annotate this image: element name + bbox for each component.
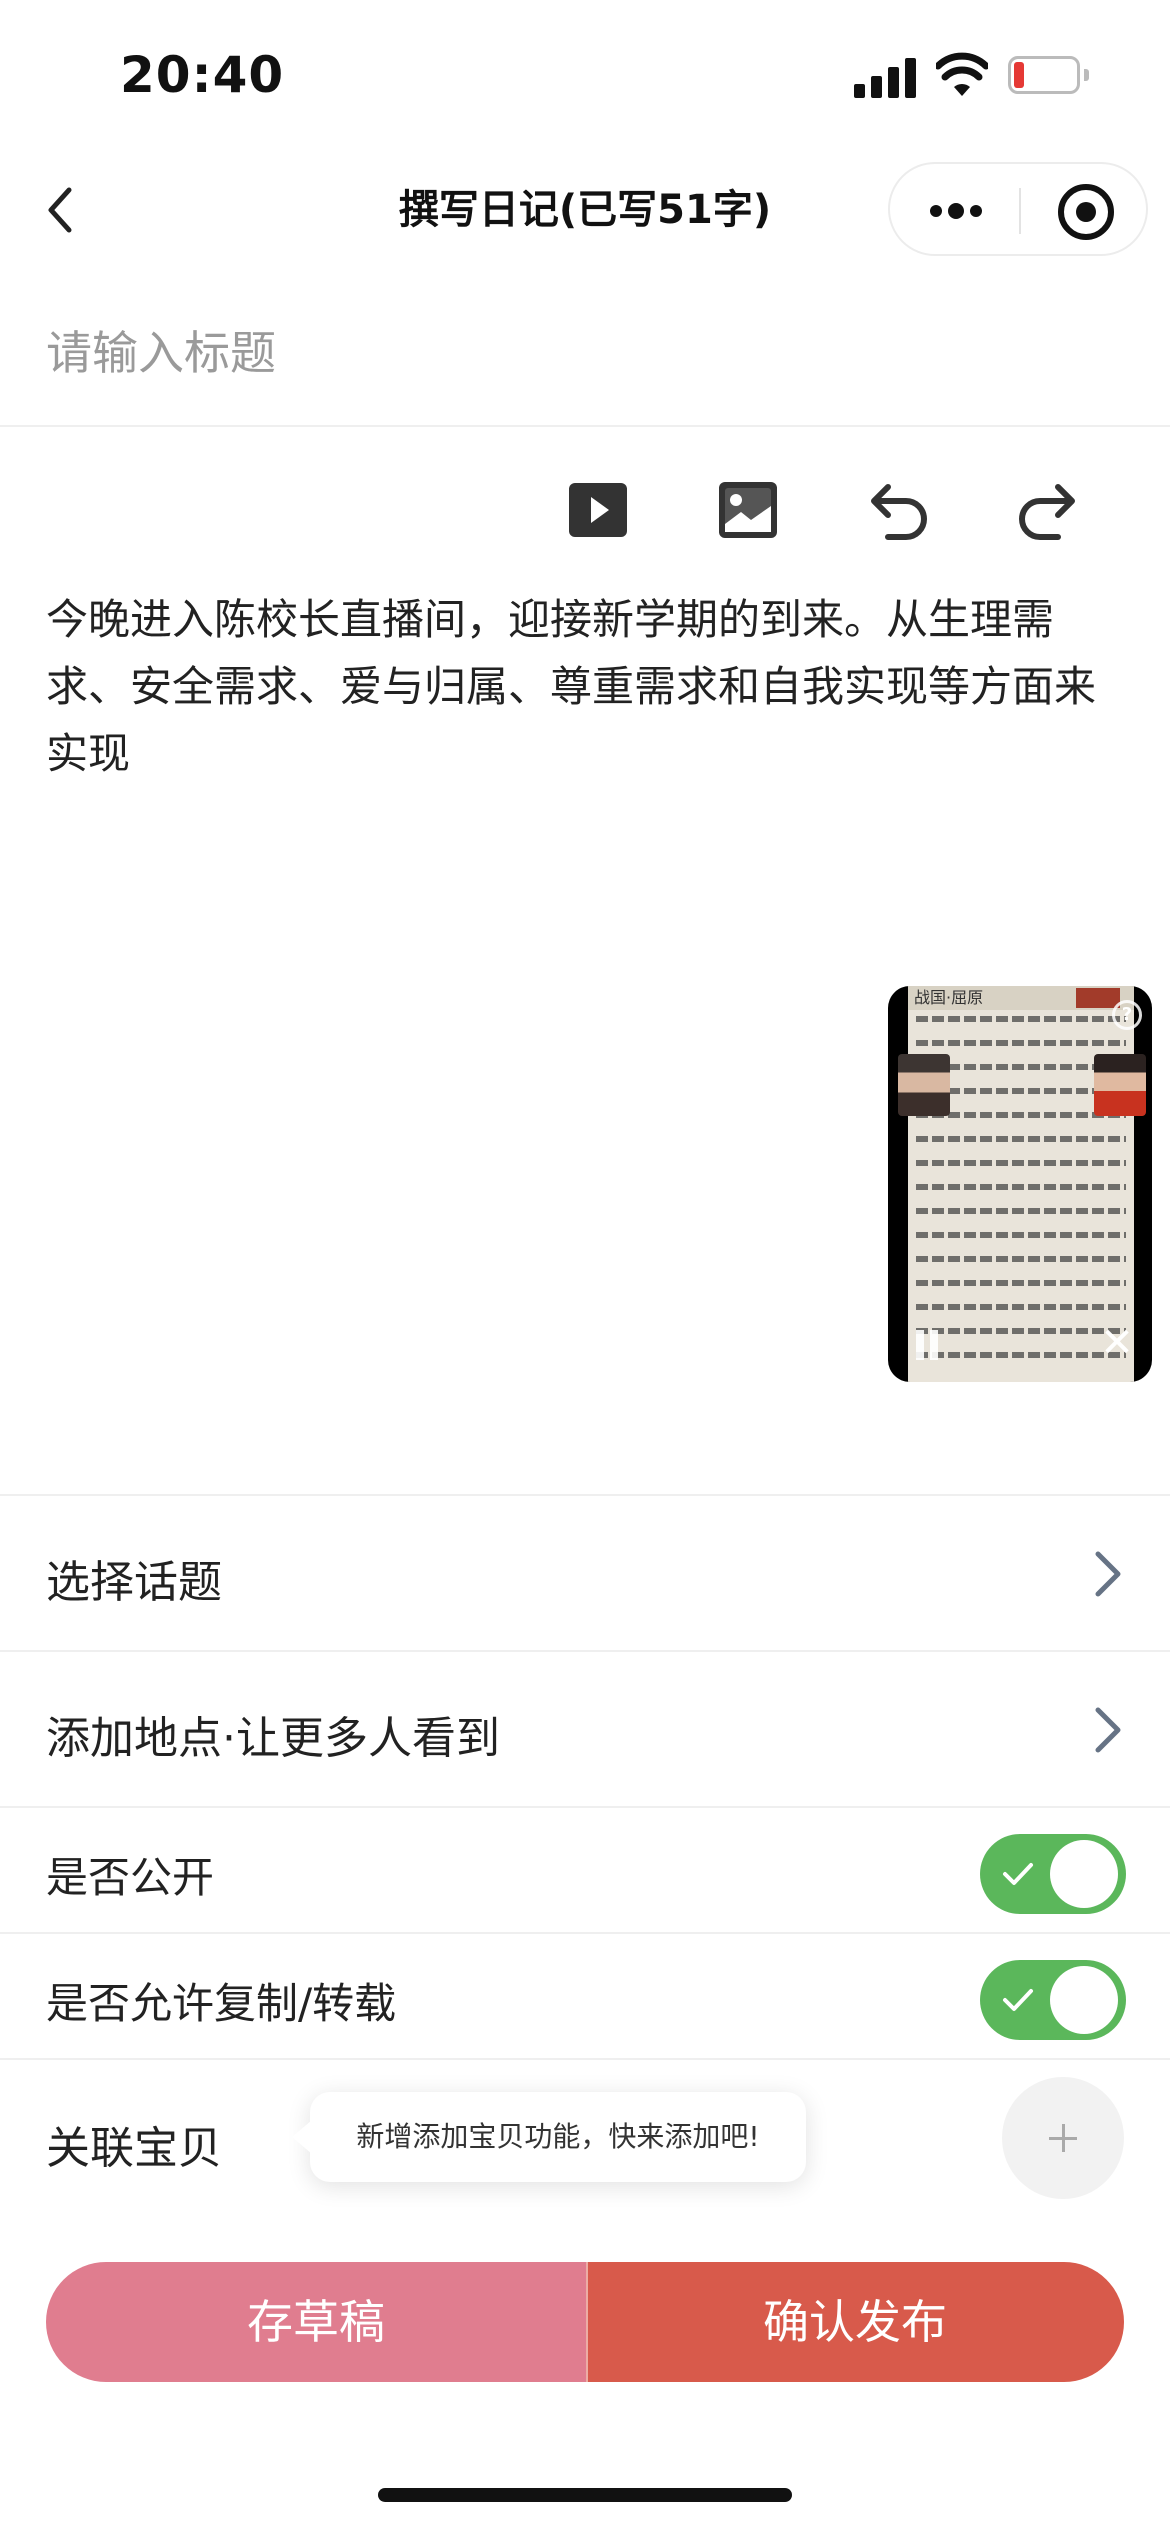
title-input[interactable] [46, 318, 1126, 388]
close-icon[interactable]: ✕ [1100, 1323, 1134, 1363]
save-draft-button[interactable]: 存草稿 [46, 2262, 586, 2382]
signal-icon [854, 58, 916, 98]
public-toggle[interactable] [980, 1834, 1126, 1914]
choose-topic-row[interactable]: 选择话题 [0, 1496, 1170, 1650]
publish-button[interactable]: 确认发布 [586, 2262, 1124, 2382]
video-icon[interactable] [558, 470, 638, 550]
check-icon [1003, 1863, 1033, 1885]
title-divider [0, 425, 1170, 427]
baby-feature-tooltip: 新增添加宝贝功能，快来添加吧! [292, 2092, 806, 2182]
speaker-thumbnail-left [898, 1054, 950, 1116]
chevron-right-icon [1095, 1551, 1121, 1597]
add-baby-button[interactable] [1002, 2077, 1124, 2199]
add-location-label: 添加地点·让更多人看到 [46, 1713, 500, 1764]
allow-copy-label: 是否允许复制/转载 [46, 1979, 397, 2028]
redo-icon[interactable] [1008, 470, 1088, 550]
target-circle-icon[interactable] [1058, 184, 1114, 240]
link-baby-label: 关联宝贝 [46, 2123, 222, 2174]
allow-copy-toggle[interactable] [980, 1960, 1126, 2040]
public-label: 是否公开 [46, 1853, 215, 1902]
diary-body-text[interactable]: 今晚进入陈校长直播间，迎接新学期的到来。从生理需求、安全需求、爱与归属、尊重需求… [46, 586, 1136, 787]
add-location-row[interactable]: 添加地点·让更多人看到 [0, 1652, 1170, 1806]
diary-editor-page: 20:40 撰写日记(已写51字) 请输入标题 今晚进入陈校长直播间，迎接新学期… [0, 0, 1170, 2532]
mini-program-capsule [888, 162, 1148, 256]
public-row: 是否公开 [0, 1808, 1170, 1932]
allow-copy-row: 是否允许复制/转载 [0, 1934, 1170, 2058]
help-icon[interactable]: ? [1112, 1000, 1142, 1030]
status-time: 20:40 [120, 46, 285, 104]
pause-icon[interactable] [914, 1330, 940, 1360]
choose-topic-label: 选择话题 [46, 1557, 222, 1608]
seal-stamp [1076, 988, 1120, 1008]
toggle-knob [1050, 1966, 1118, 2034]
wifi-icon [936, 52, 988, 96]
battery-icon [1008, 56, 1089, 96]
page-title: 撰写日记(已写51字) [398, 187, 772, 233]
nav-bar: 撰写日记(已写51字) [0, 150, 1170, 270]
home-indicator [378, 2488, 792, 2502]
floating-video-window[interactable]: 战国·屈原 ? ✕ [888, 986, 1152, 1382]
back-arrow-icon[interactable] [30, 180, 90, 240]
speaker-thumbnail-right [1094, 1054, 1146, 1116]
toggle-knob [1050, 1840, 1118, 1908]
image-icon[interactable] [708, 470, 788, 550]
status-bar: 20:40 [0, 0, 1170, 150]
check-icon [1003, 1989, 1033, 2011]
more-dots-icon[interactable] [926, 186, 986, 236]
chevron-right-icon [1095, 1707, 1121, 1753]
capsule-divider [1019, 188, 1021, 234]
undo-icon[interactable] [858, 470, 938, 550]
